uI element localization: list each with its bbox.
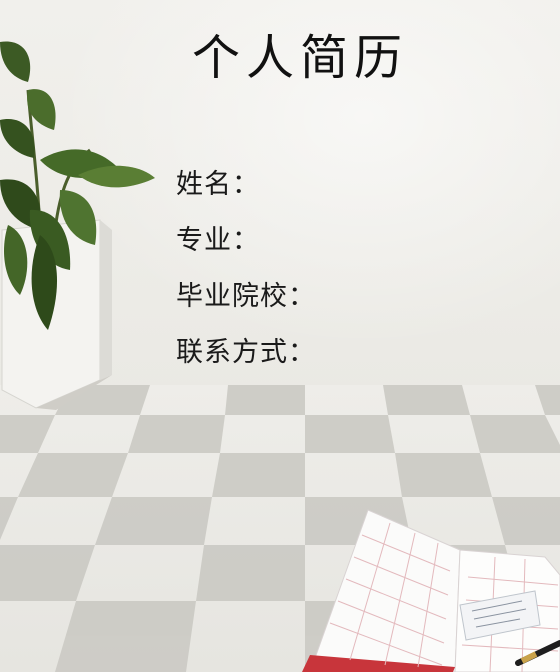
name-label: 姓名：: [176, 169, 260, 200]
resume-fields: 姓名： 专业： 毕业院校： 联系方式：: [176, 165, 316, 389]
open-planner-illustration: [302, 509, 560, 672]
resume-page: 个人简历 姓名： 专业： 毕业院校： 联系方式：: [0, 0, 560, 672]
contact-label: 联系方式：: [176, 337, 316, 368]
resume-title: 个人简历: [191, 30, 408, 86]
major-label: 专业：: [176, 225, 260, 256]
school-label: 毕业院校：: [176, 281, 316, 312]
